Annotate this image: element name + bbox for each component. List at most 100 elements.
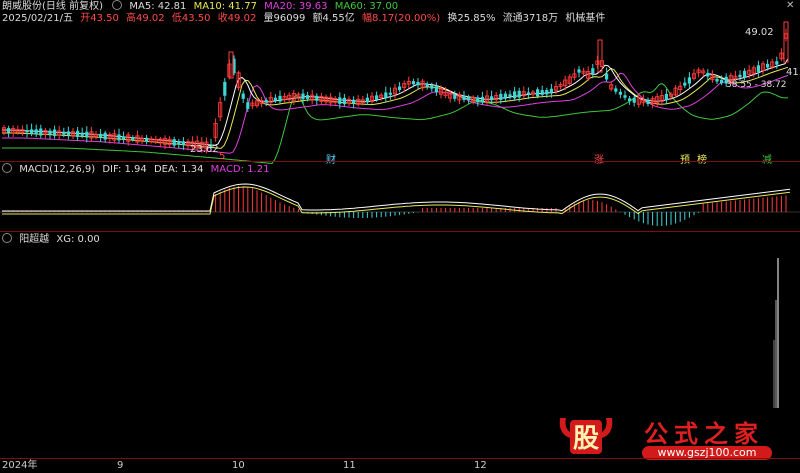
candle-body <box>34 129 38 135</box>
macd-value: MACD: 1.21 <box>210 164 270 175</box>
candle-body <box>480 96 484 103</box>
candle-body <box>66 131 70 136</box>
candle-body <box>743 70 747 78</box>
candle-body <box>85 131 89 138</box>
candle-body <box>434 86 438 93</box>
macd-toggle-icon[interactable] <box>2 163 12 173</box>
candle-body <box>352 99 356 104</box>
candle-body <box>76 130 80 137</box>
candle-body <box>103 132 107 140</box>
candle-body <box>425 84 429 87</box>
candle-body <box>508 94 512 97</box>
kline-chart[interactable] <box>0 0 800 472</box>
candle-body <box>398 86 402 91</box>
axis-label: 9 <box>117 460 124 471</box>
candle-body <box>591 68 595 74</box>
event-tag[interactable]: 榜 <box>697 151 707 166</box>
candle-body <box>490 96 494 101</box>
pane-divider <box>0 161 800 162</box>
candle-body <box>646 99 650 105</box>
candle-body <box>628 98 632 102</box>
axis-label: 12 <box>474 460 487 471</box>
candle-body <box>683 82 687 86</box>
candle-body <box>62 131 66 135</box>
pane-divider <box>0 231 800 232</box>
candle-body <box>117 134 121 141</box>
candle-body <box>517 90 521 98</box>
candle-body <box>177 141 181 145</box>
candle-body <box>264 99 268 103</box>
indicator-xg: XG: 0.00 <box>56 234 100 245</box>
candle-body <box>25 130 29 133</box>
range-price-label: 38.55 - 38.72 <box>726 80 787 90</box>
axis-label: 11 <box>343 460 356 471</box>
candle-body <box>605 73 609 80</box>
candle-body <box>536 89 540 97</box>
right-price-label: 41. <box>786 67 800 78</box>
candle-body <box>577 69 581 73</box>
candle-body <box>614 88 618 92</box>
event-tag[interactable]: 财 <box>326 151 336 166</box>
macd-dea-line <box>2 186 791 215</box>
candle-body <box>623 95 627 98</box>
candle-body <box>462 95 466 101</box>
candle-body <box>597 39 603 73</box>
watermark-text: 公式之家 <box>644 420 764 448</box>
macd-dea: DEA: 1.34 <box>153 164 204 175</box>
candle-body <box>416 81 420 86</box>
watermark-logo-char: 股 <box>572 424 599 454</box>
candle-body <box>30 129 34 134</box>
candle-body <box>80 132 84 136</box>
candle-body <box>278 95 282 102</box>
candle-body <box>756 65 760 72</box>
candle-body <box>549 88 553 94</box>
candle-body <box>145 137 149 142</box>
indicator-header: 阳超越 XG: 0.00 <box>2 233 104 247</box>
candle-body <box>503 93 507 99</box>
candle-body <box>99 133 103 138</box>
candle-body <box>664 93 668 101</box>
time-axis: 2024年 9 10 11 12 <box>0 458 800 473</box>
candle-body <box>775 61 779 65</box>
high-price-label: 49.02 <box>745 27 774 38</box>
candle-body <box>39 128 43 136</box>
indicator-title[interactable]: 阳超越 <box>19 233 49 247</box>
candle-body <box>499 93 503 100</box>
candle-body <box>476 97 480 103</box>
candle-body <box>687 77 691 84</box>
candle-body <box>246 102 250 109</box>
candle-body <box>430 85 434 89</box>
watermark-logo: 股 <box>556 412 616 458</box>
macd-title[interactable]: MACD(12,26,9) <box>19 163 95 177</box>
macd-header: MACD(12,26,9) DIF: 1.94 DEA: 1.34 MACD: … <box>2 163 273 177</box>
macd-dif: DIF: 1.94 <box>102 164 147 175</box>
candle-body <box>526 92 530 95</box>
candle-body <box>783 21 789 63</box>
candle-body <box>181 141 185 146</box>
candle-body <box>384 92 388 98</box>
candle-body <box>342 97 346 105</box>
candle-body <box>545 90 549 95</box>
candle-body <box>365 97 369 103</box>
candle-body <box>453 94 457 99</box>
candle-body <box>540 90 544 95</box>
ma-line <box>2 58 789 146</box>
candle-body <box>131 137 135 140</box>
candle-body <box>632 98 636 103</box>
candle-body <box>467 96 471 101</box>
candle-body <box>388 92 392 95</box>
candle-body <box>411 81 415 85</box>
candle-body <box>720 79 724 84</box>
axis-label: 2024年 <box>2 460 38 471</box>
event-tag[interactable]: 预 <box>680 151 690 166</box>
candle-body <box>172 139 176 146</box>
candle-body <box>53 129 57 136</box>
candle-body <box>738 74 742 78</box>
candle-body <box>375 95 379 100</box>
candle-body <box>618 91 622 95</box>
indicator-toggle-icon[interactable] <box>2 233 12 243</box>
candle-body <box>48 130 52 135</box>
event-tag[interactable]: 涨 <box>594 151 604 166</box>
event-tag[interactable]: 减 <box>762 151 772 166</box>
candle-body <box>715 78 719 82</box>
